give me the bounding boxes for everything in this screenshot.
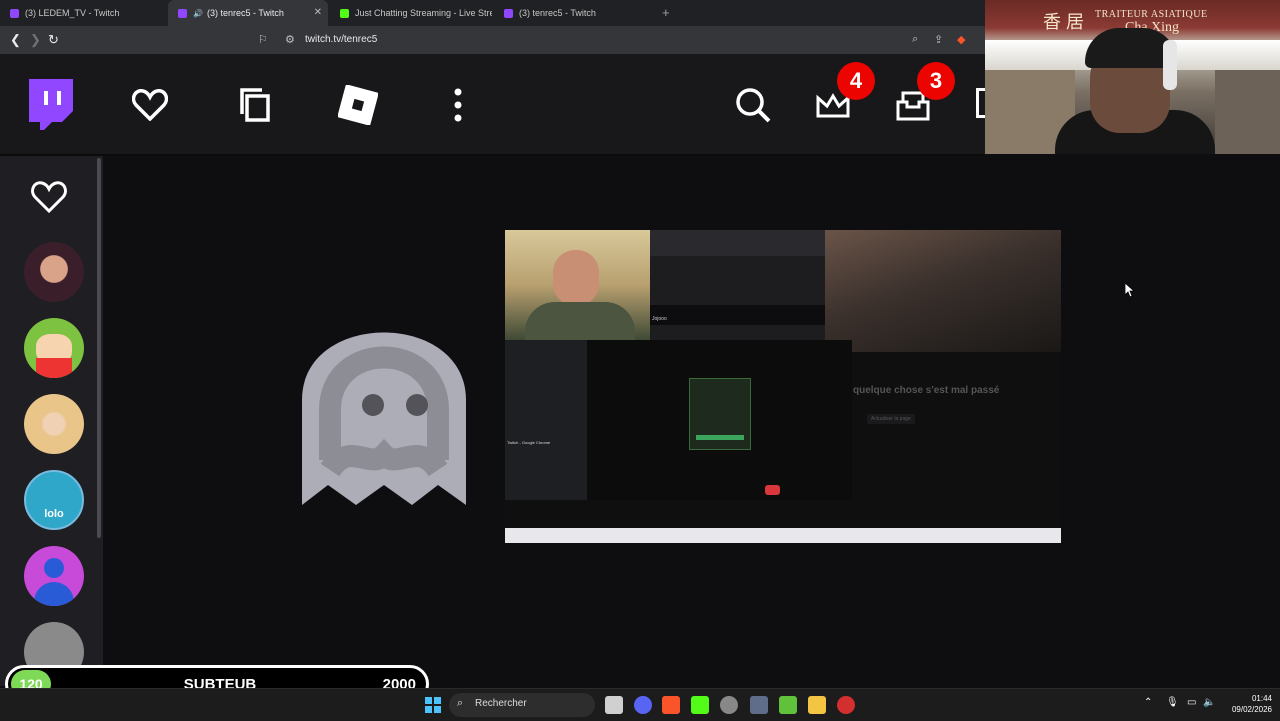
storefront-right bbox=[1215, 70, 1280, 154]
notification-count-badge: 4 bbox=[837, 62, 875, 100]
windows-start-icon[interactable] bbox=[425, 697, 441, 718]
game-launcher-icon[interactable] bbox=[691, 696, 709, 714]
channel-avatar-1[interactable] bbox=[24, 242, 84, 302]
reload-icon[interactable]: ↻ bbox=[48, 32, 59, 48]
taskbar-search-box[interactable]: ⌕ Rechercher bbox=[449, 693, 595, 717]
search-icon: ⌕ bbox=[457, 697, 464, 709]
taskbar-clock[interactable]: 01:44 09/02/2026 bbox=[1232, 693, 1272, 715]
tab-title: Just Chatting Streaming - Live Stream bbox=[355, 8, 492, 18]
audio-playing-icon: 🔊 bbox=[193, 8, 203, 18]
discord-icon[interactable] bbox=[634, 696, 652, 714]
avatar-text: lolo bbox=[44, 508, 64, 520]
channel-avatar-3[interactable] bbox=[24, 394, 84, 454]
microphone-icon[interactable]: 🎙 bbox=[1166, 697, 1179, 708]
browser-tab-1[interactable]: (3) LEDEM_TV - Twitch bbox=[0, 0, 165, 26]
windows-taskbar: ⌕ Rechercher ⌃ 🎙 ▭ 🔈 01:44 09/02/2026 bbox=[0, 688, 1280, 721]
browser-tab-3[interactable]: Just Chatting Streaming - Live Stream bbox=[330, 0, 492, 26]
brave-shield-icon[interactable]: ◆ bbox=[957, 33, 965, 46]
clock-time: 01:44 bbox=[1251, 694, 1272, 703]
sidebar-scrollbar[interactable] bbox=[97, 158, 101, 538]
inner-retry-button: Actualiser la page bbox=[867, 414, 915, 424]
inner-discord-channel: Twitch - Google Chrome bbox=[507, 440, 551, 445]
obs-icon[interactable] bbox=[720, 696, 738, 714]
inner-camera-2 bbox=[825, 230, 1061, 352]
back-icon[interactable]: ❮ bbox=[10, 32, 21, 48]
tab-title: (3) tenrec5 - Twitch bbox=[519, 8, 596, 18]
following-heart-icon[interactable] bbox=[125, 80, 175, 130]
tab-title: (3) tenrec5 - Twitch bbox=[206, 8, 284, 18]
kick-favicon-icon bbox=[340, 8, 349, 18]
inner-taskbar bbox=[505, 528, 1061, 543]
inbox-count-badge: 3 bbox=[917, 62, 955, 100]
roblox-icon[interactable] bbox=[333, 80, 383, 130]
brave-icon[interactable] bbox=[662, 696, 680, 714]
shop-sign-title: TRAITEUR ASIATIQUE bbox=[1095, 9, 1208, 20]
task-view-icon[interactable] bbox=[605, 696, 623, 714]
minecraft-icon[interactable] bbox=[779, 696, 797, 714]
video-player[interactable]: Jojooo quelque chose s'est mal passé Act… bbox=[505, 230, 1061, 543]
inner-face bbox=[553, 250, 599, 306]
inner-error-text: quelque chose s'est mal passé bbox=[853, 385, 1000, 396]
media-player-icon[interactable] bbox=[837, 696, 855, 714]
cartoon-shirt bbox=[36, 358, 72, 378]
inner-webcam bbox=[505, 230, 650, 342]
more-options-icon[interactable] bbox=[433, 80, 483, 130]
partial-icon bbox=[976, 88, 985, 118]
forward-icon[interactable]: ❯ bbox=[30, 32, 41, 48]
browser-tab-strip: (3) LEDEM_TV - Twitch 🔊 (3) tenrec5 - Tw… bbox=[0, 0, 985, 26]
twitch-favicon-icon bbox=[178, 8, 187, 18]
browser-tab-2-active[interactable]: 🔊 (3) tenrec5 - Twitch ✕ bbox=[168, 0, 328, 26]
network-icon[interactable]: ▭ bbox=[1187, 697, 1196, 708]
channel-avatar-5[interactable] bbox=[24, 546, 84, 606]
browser-toolbar: ❮ ❯ ↻ ⚐ ⚙ twitch.tv/tenrec5 ⌕ ⇪ ◆ bbox=[0, 26, 985, 54]
twitch-favicon-icon bbox=[10, 8, 19, 18]
browse-icon[interactable] bbox=[230, 80, 280, 130]
channel-avatar-2[interactable] bbox=[24, 318, 84, 378]
inner-dialog-button bbox=[696, 435, 744, 440]
default-avatar-head bbox=[44, 558, 64, 578]
inner-strip bbox=[650, 305, 825, 325]
address-bar[interactable]: ⚐ ⚙ twitch.tv/tenrec5 ⌕ ⇪ ◆ bbox=[252, 30, 972, 50]
browser-tab-4[interactable]: (3) tenrec5 - Twitch bbox=[494, 0, 654, 26]
bookmark-icon[interactable]: ⚐ bbox=[258, 33, 268, 46]
search-icon[interactable] bbox=[728, 80, 778, 130]
inner-body bbox=[525, 302, 635, 342]
site-info-icon[interactable]: ⚙ bbox=[285, 33, 295, 46]
offline-ghost-icon bbox=[300, 320, 468, 515]
webcam-overlay: 香 居 TRAITEUR ASIATIQUE Cha Xing bbox=[985, 0, 1280, 154]
inner-tabbar bbox=[650, 230, 825, 256]
url-text[interactable]: twitch.tv/tenrec5 bbox=[305, 34, 377, 45]
headset bbox=[1163, 40, 1177, 90]
inner-dialog bbox=[689, 378, 751, 450]
tray-chevron-icon[interactable]: ⌃ bbox=[1144, 697, 1152, 708]
close-tab-icon[interactable]: ✕ bbox=[314, 7, 322, 18]
default-avatar-body bbox=[34, 582, 74, 606]
taskbar-search-placeholder: Rechercher bbox=[475, 698, 527, 709]
new-tab-button[interactable]: + bbox=[662, 5, 670, 20]
followed-channels-sidebar: lolo bbox=[0, 156, 103, 686]
tab-title: (3) LEDEM_TV - Twitch bbox=[25, 8, 120, 18]
shop-sign-chinese: 香 居 bbox=[1043, 12, 1085, 32]
twitch-top-nav: 4 3 bbox=[0, 54, 985, 156]
clock-date: 09/02/2026 bbox=[1231, 705, 1272, 714]
mouse-cursor-icon bbox=[1124, 282, 1136, 303]
file-explorer-icon[interactable] bbox=[808, 696, 826, 714]
zoom-icon[interactable]: ⌕ bbox=[912, 33, 918, 46]
twitch-logo-icon[interactable] bbox=[25, 78, 77, 134]
inner-browser: Jojooo bbox=[650, 230, 825, 340]
inner-user: Jojooo bbox=[652, 316, 667, 322]
inner-discord-main bbox=[587, 340, 852, 500]
channel-avatar-4[interactable]: lolo bbox=[24, 470, 84, 530]
inner-hangup-button bbox=[765, 485, 780, 495]
share-icon[interactable]: ⇪ bbox=[934, 33, 943, 46]
settings-icon[interactable] bbox=[750, 696, 768, 714]
followed-heart-icon[interactable] bbox=[31, 181, 67, 218]
volume-icon[interactable]: 🔈 bbox=[1203, 697, 1215, 708]
inner-discord-sidebar: Twitch - Google Chrome bbox=[505, 340, 587, 500]
twitch-favicon-icon bbox=[504, 8, 513, 18]
